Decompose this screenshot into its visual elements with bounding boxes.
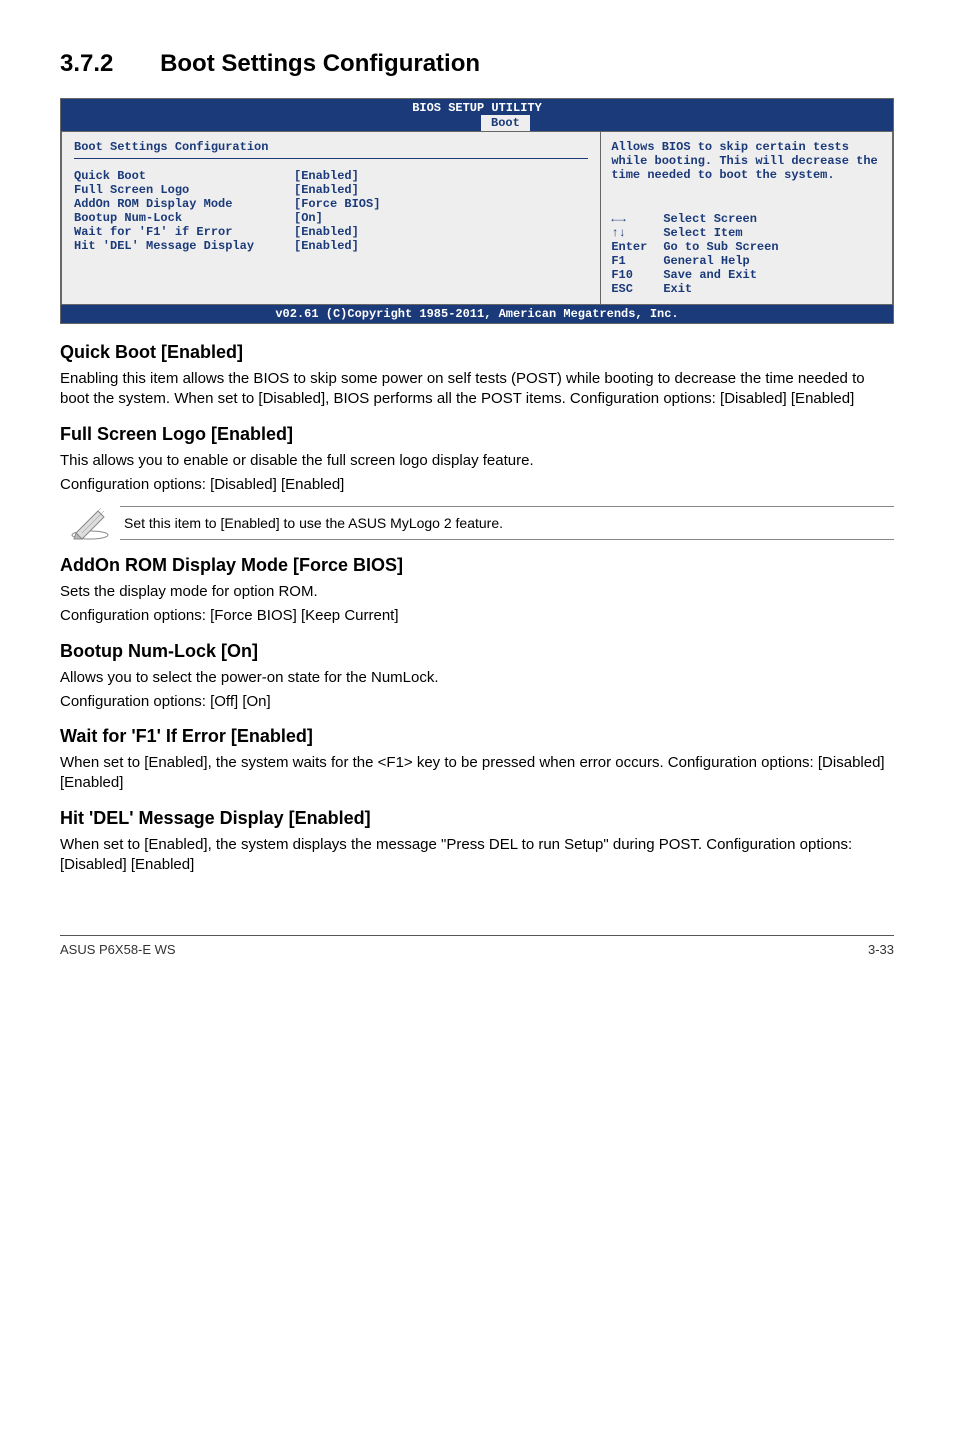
footer-left: ASUS P6X58-E WS (60, 942, 176, 957)
text-full-screen-logo-1: This allows you to enable or disable the… (60, 451, 894, 471)
footer-page-number: 3-33 (868, 942, 894, 957)
nav-key: ↑↓ (611, 226, 663, 240)
nav-action: Select Item (663, 226, 742, 240)
bios-row-value: [Enabled] (294, 239, 359, 253)
text-hit-del: When set to [Enabled], the system displa… (60, 835, 894, 876)
nav-action: Exit (663, 282, 692, 296)
bios-row[interactable]: Hit 'DEL' Message Display [Enabled] (74, 239, 588, 253)
bios-nav-row: F1 General Help (611, 254, 882, 268)
nav-key: ←→ (611, 212, 663, 226)
bios-nav-row: F10 Save and Exit (611, 268, 882, 282)
bios-footer: v02.61 (C)Copyright 1985-2011, American … (61, 305, 893, 323)
bios-nav-row: Enter Go to Sub Screen (611, 240, 882, 254)
bios-row[interactable]: AddOn ROM Display Mode [Force BIOS] (74, 197, 588, 211)
text-bootup-numlock-2: Configuration options: [Off] [On] (60, 692, 894, 712)
bios-body: Boot Settings Configuration Quick Boot [… (61, 131, 893, 305)
section-name: Boot Settings Configuration (160, 50, 480, 77)
note-block: Set this item to [Enabled] to use the AS… (60, 505, 894, 541)
bios-row-label: Wait for 'F1' if Error (74, 225, 294, 239)
bios-row-value: [Enabled] (294, 183, 359, 197)
page-footer: ASUS P6X58-E WS 3-33 (60, 935, 894, 957)
bios-nav-row: ESC Exit (611, 282, 882, 296)
heading-quick-boot: Quick Boot [Enabled] (60, 342, 894, 363)
nav-key: ESC (611, 282, 663, 296)
nav-action: Select Screen (663, 212, 757, 226)
text-quick-boot: Enabling this item allows the BIOS to sk… (60, 369, 894, 410)
bios-row-label: AddOn ROM Display Mode (74, 197, 294, 211)
nav-key: Enter (611, 240, 663, 254)
heading-full-screen-logo: Full Screen Logo [Enabled] (60, 424, 894, 445)
text-bootup-numlock-1: Allows you to select the power-on state … (60, 668, 894, 688)
bios-nav-row: ↑↓ Select Item (611, 226, 882, 240)
text-addon-rom-1: Sets the display mode for option ROM. (60, 582, 894, 602)
text-full-screen-logo-2: Configuration options: [Disabled] [Enabl… (60, 475, 894, 495)
bios-row-value: [Force BIOS] (294, 197, 380, 211)
section-title: 3.7.2 Boot Settings Configuration (60, 50, 894, 78)
bios-row-label: Bootup Num-Lock (74, 211, 294, 225)
bios-nav-row: ←→ Select Screen (611, 212, 882, 226)
text-addon-rom-2: Configuration options: [Force BIOS] [Kee… (60, 606, 894, 626)
heading-bootup-numlock: Bootup Num-Lock [On] (60, 641, 894, 662)
heading-wait-f1: Wait for 'F1' If Error [Enabled] (60, 726, 894, 747)
nav-key: F10 (611, 268, 663, 282)
bios-header: BIOS SETUP UTILITY Boot (61, 99, 893, 131)
bios-row-value: [Enabled] (294, 169, 359, 183)
heading-addon-rom: AddOn ROM Display Mode [Force BIOS] (60, 555, 894, 576)
bios-tab-boot[interactable]: Boot (481, 115, 530, 131)
text-wait-f1: When set to [Enabled], the system waits … (60, 753, 894, 794)
bios-left-title: Boot Settings Configuration (74, 140, 588, 159)
bios-row-label: Quick Boot (74, 169, 294, 183)
bios-row-value: [Enabled] (294, 225, 359, 239)
nav-action: Save and Exit (663, 268, 757, 282)
bios-row[interactable]: Wait for 'F1' if Error [Enabled] (74, 225, 588, 239)
nav-action: General Help (663, 254, 749, 268)
heading-hit-del: Hit 'DEL' Message Display [Enabled] (60, 808, 894, 829)
bios-help-text: Allows BIOS to skip certain tests while … (611, 140, 882, 182)
bios-panel: BIOS SETUP UTILITY Boot Boot Settings Co… (60, 98, 894, 324)
bios-right-pane: Allows BIOS to skip certain tests while … (601, 131, 893, 305)
section-number: 3.7.2 (60, 50, 113, 78)
bios-row-value: [On] (294, 211, 323, 225)
note-text: Set this item to [Enabled] to use the AS… (120, 506, 894, 540)
bios-row[interactable]: Full Screen Logo [Enabled] (74, 183, 588, 197)
bios-row[interactable]: Quick Boot [Enabled] (74, 169, 588, 183)
bios-nav-legend: ←→ Select Screen ↑↓ Select Item Enter Go… (611, 212, 882, 296)
nav-action: Go to Sub Screen (663, 240, 778, 254)
bios-left-pane: Boot Settings Configuration Quick Boot [… (61, 131, 601, 305)
bios-header-title: BIOS SETUP UTILITY (61, 101, 893, 115)
bios-row-label: Hit 'DEL' Message Display (74, 239, 294, 253)
bios-row[interactable]: Bootup Num-Lock [On] (74, 211, 588, 225)
bios-row-label: Full Screen Logo (74, 183, 294, 197)
nav-key: F1 (611, 254, 663, 268)
pencil-note-icon (60, 505, 120, 541)
